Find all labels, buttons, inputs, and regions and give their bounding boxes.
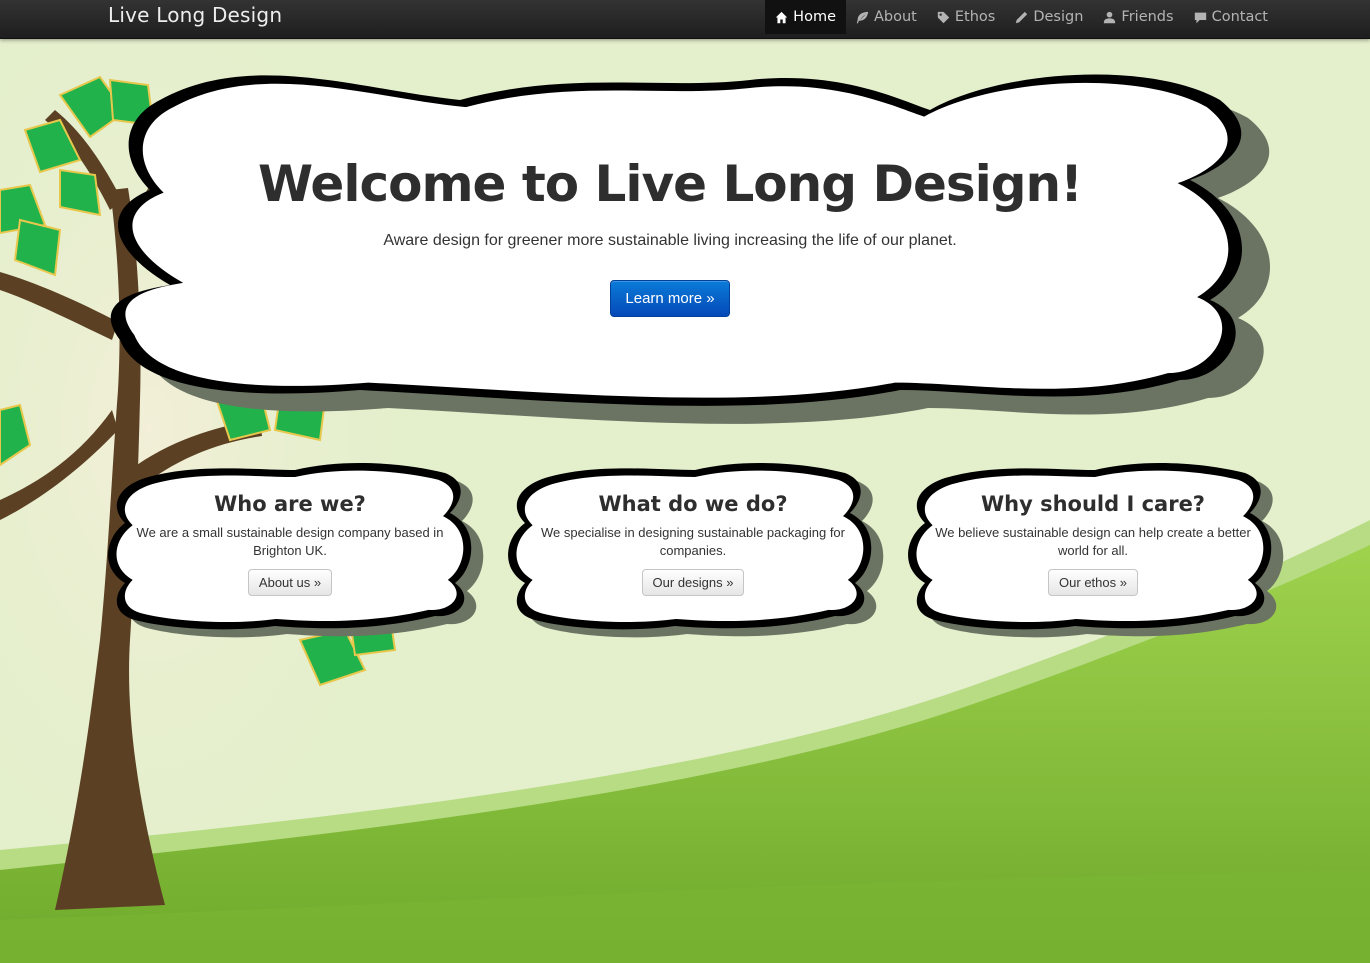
our-designs-button[interactable]: Our designs » (641, 569, 745, 596)
top-navbar: Live Long Design Home About Ethos Design… (0, 0, 1370, 39)
hero-cloud: Welcome to Live Long Design! Aware desig… (100, 60, 1290, 440)
nav-about[interactable]: About (846, 0, 927, 34)
hero-subtitle: Aware design for greener more sustainabl… (383, 232, 957, 249)
card-title: Why should I care? (980, 492, 1205, 516)
nav-friends[interactable]: Friends (1093, 0, 1183, 34)
card-text: We believe sustainable design can help c… (935, 525, 1251, 558)
card-text: We are a small sustainable design compan… (136, 525, 444, 558)
card-content: What do we do? We specialise in designin… (505, 492, 881, 596)
about-us-button[interactable]: About us » (247, 569, 333, 596)
main-nav: Home About Ethos Design Friends Contact (765, 0, 1278, 38)
card-text: We specialise in designing sustainable p… (540, 525, 845, 558)
home-icon (775, 11, 788, 23)
nav-home-label: Home (793, 9, 836, 25)
comment-icon (1194, 12, 1206, 23)
hero-content: Welcome to Live Long Design! Aware desig… (100, 155, 1240, 317)
card-why: Why should I care? We believe sustainabl… (905, 458, 1285, 638)
card-content: Why should I care? We believe sustainabl… (905, 492, 1281, 596)
nav-ethos-label: Ethos (954, 9, 996, 25)
nav-contact[interactable]: Contact (1184, 0, 1278, 34)
card-title: What do we do? (598, 492, 788, 516)
nav-design[interactable]: Design (1005, 0, 1093, 34)
leaf-icon (856, 11, 869, 23)
nav-home[interactable]: Home (765, 0, 846, 34)
nav-design-label: Design (1033, 9, 1084, 25)
card-what: What do we do? We specialise in designin… (505, 458, 885, 638)
brand-logo-link[interactable]: Live Long Design (108, 3, 282, 27)
our-ethos-button[interactable]: Our ethos » (1048, 569, 1138, 596)
pencil-icon (1016, 11, 1028, 23)
card-who: Who are we? We are a small sustainable d… (105, 458, 485, 638)
user-icon (1104, 11, 1116, 23)
card-title: Who are we? (214, 492, 366, 516)
nav-contact-label: Contact (1211, 9, 1268, 25)
nav-about-label: About (874, 9, 917, 25)
learn-more-button[interactable]: Learn more » (610, 280, 730, 317)
hero-title: Welcome to Live Long Design! (258, 155, 1083, 213)
nav-friends-label: Friends (1121, 9, 1174, 25)
card-content: Who are we? We are a small sustainable d… (105, 492, 475, 596)
tag-icon (937, 11, 950, 23)
nav-ethos[interactable]: Ethos (927, 0, 1005, 34)
